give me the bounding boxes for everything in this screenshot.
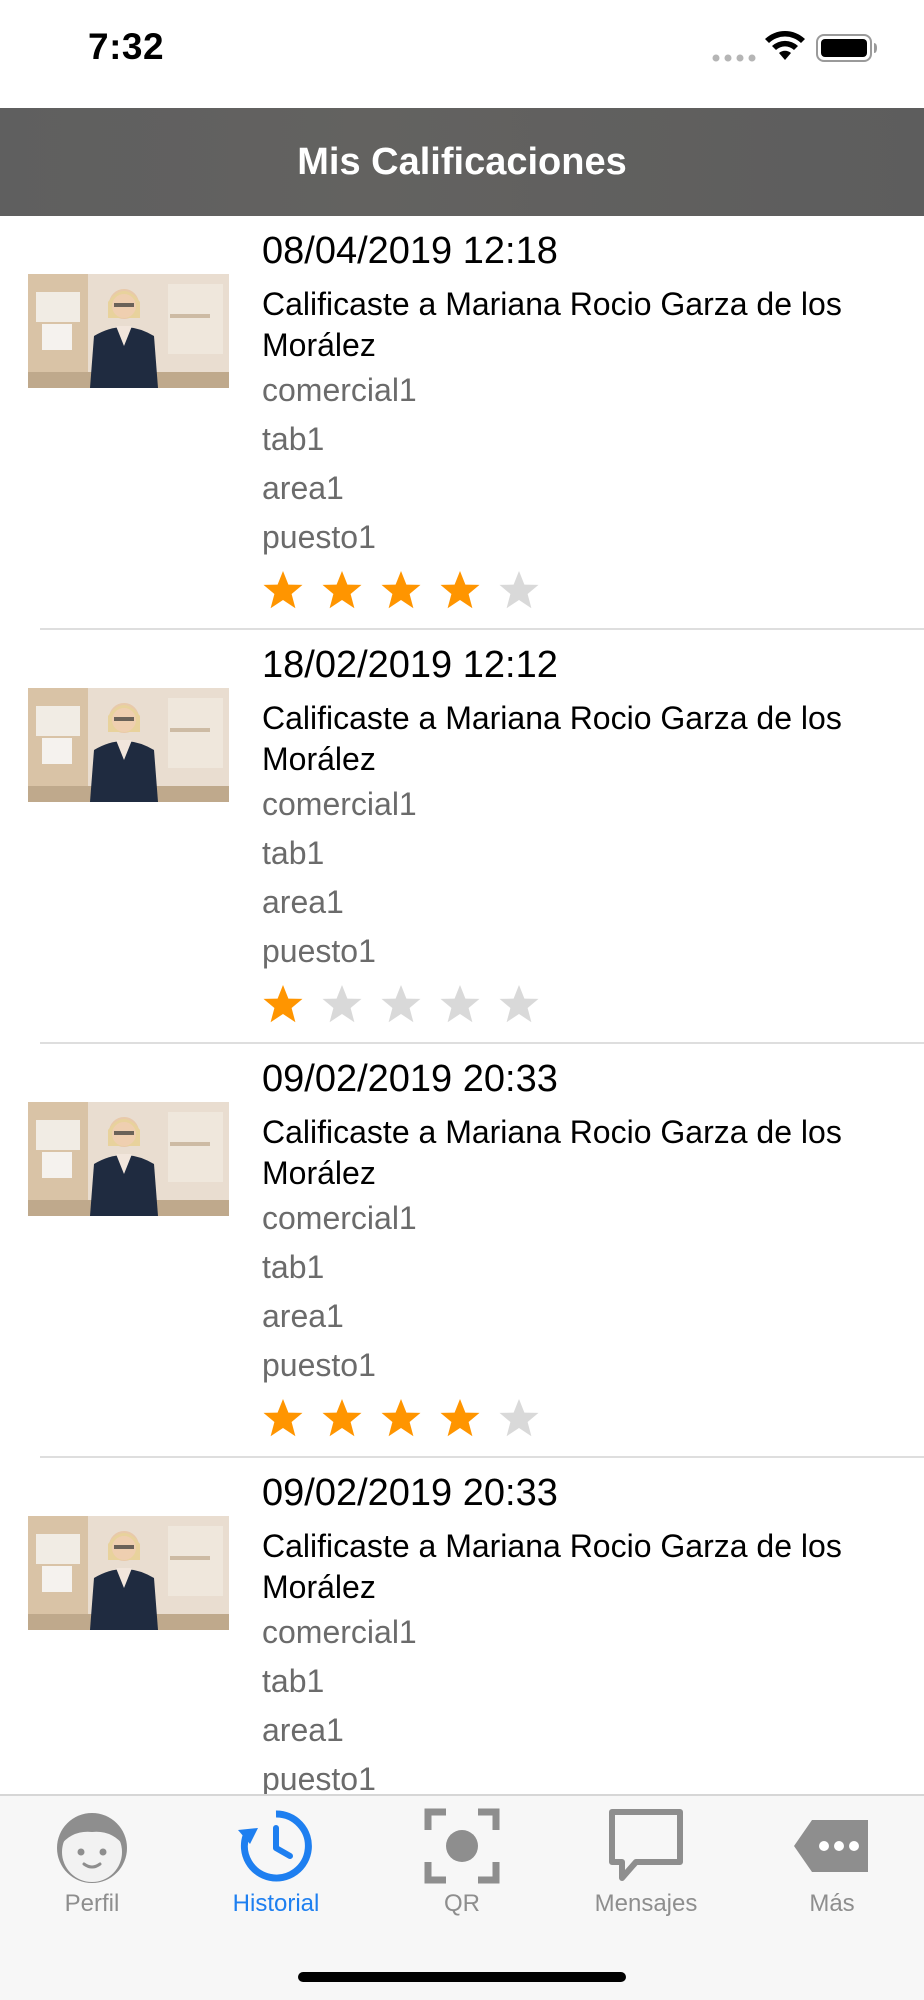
cellular-signal-icon xyxy=(712,54,756,62)
star-filled-icon xyxy=(440,571,480,609)
rating-commercial: comercial1 xyxy=(262,372,417,408)
home-indicator xyxy=(298,1972,626,1982)
employee-photo xyxy=(28,274,229,388)
tab-qr[interactable]: QR xyxy=(370,1806,554,1926)
nav-bar: Mis Calificaciones xyxy=(0,108,924,216)
page-title: Mis Calificaciones xyxy=(297,140,627,183)
message-icon xyxy=(609,1809,683,1881)
rating-position: puesto1 xyxy=(262,1761,376,1794)
star-filled-icon xyxy=(263,985,303,1023)
star-filled-icon xyxy=(263,571,303,609)
rating-date: 08/04/2019 12:18 xyxy=(262,230,558,272)
employee-photo xyxy=(28,688,229,802)
rating-tab: tab1 xyxy=(262,835,325,871)
rating-tab: tab1 xyxy=(262,421,325,457)
rating-list-item[interactable]: 09/02/2019 20:33 Calificaste a Mariana R… xyxy=(0,1458,924,1794)
rating-date: 09/02/2019 20:33 xyxy=(262,1058,558,1100)
star-filled-icon xyxy=(381,1399,421,1437)
star-empty-icon xyxy=(322,985,362,1023)
star-empty-icon xyxy=(440,985,480,1023)
tab-label: Más xyxy=(809,1890,855,1917)
tab-label: Historial xyxy=(232,1890,320,1917)
rating-area: area1 xyxy=(262,884,344,920)
star-empty-icon xyxy=(499,571,539,609)
rating-list-item[interactable]: 18/02/2019 12:12 Calificaste a Mariana R… xyxy=(0,630,924,1044)
more-icon xyxy=(794,1820,868,1872)
star-filled-icon xyxy=(263,1399,303,1437)
tab-label: Mensajes xyxy=(594,1890,698,1917)
history-icon xyxy=(238,1810,312,1882)
qr-scan-icon xyxy=(424,1808,500,1884)
ratings-list[interactable]: 08/04/2019 12:18 Calificaste a Mariana R… xyxy=(0,216,924,1794)
star-filled-icon xyxy=(322,1399,362,1437)
star-filled-icon xyxy=(381,571,421,609)
tab-mensajes[interactable]: Mensajes xyxy=(554,1806,738,1926)
star-empty-icon xyxy=(381,985,421,1023)
rating-area: area1 xyxy=(262,470,344,506)
rating-commercial: comercial1 xyxy=(262,1614,417,1650)
tab-label: Perfil xyxy=(64,1890,120,1917)
rating-date: 09/02/2019 20:33 xyxy=(262,1472,558,1514)
rating-tab: tab1 xyxy=(262,1663,325,1699)
star-filled-icon xyxy=(322,571,362,609)
star-rating xyxy=(262,1397,557,1439)
rating-date: 18/02/2019 12:12 xyxy=(262,644,558,686)
status-bar: 7:32 xyxy=(0,0,924,108)
rating-description: Calificaste a Mariana Rocio Garza de los… xyxy=(262,1528,842,1605)
battery-icon xyxy=(816,34,877,62)
star-rating xyxy=(262,569,557,611)
rating-list-item[interactable]: 09/02/2019 20:33 Calificaste a Mariana R… xyxy=(0,1044,924,1458)
status-time: 7:32 xyxy=(88,26,165,67)
star-rating xyxy=(262,983,557,1025)
star-filled-icon xyxy=(440,1399,480,1437)
tab-bar: Perfil Historial QR Mensajes Más xyxy=(0,1794,924,2000)
face-icon xyxy=(57,1813,127,1883)
rating-description: Calificaste a Mariana Rocio Garza de los… xyxy=(262,700,842,777)
tab-mas[interactable]: Más xyxy=(740,1806,924,1926)
wifi-icon xyxy=(765,31,805,60)
tab-label: QR xyxy=(444,1890,480,1917)
rating-position: puesto1 xyxy=(262,519,376,555)
rating-description: Calificaste a Mariana Rocio Garza de los… xyxy=(262,286,842,363)
rating-position: puesto1 xyxy=(262,1347,376,1383)
star-empty-icon xyxy=(499,985,539,1023)
screen: 7:32 Mis Calificaciones 08/04/2019 12:18… xyxy=(0,0,924,2000)
rating-commercial: comercial1 xyxy=(262,1200,417,1236)
rating-commercial: comercial1 xyxy=(262,786,417,822)
tab-perfil[interactable]: Perfil xyxy=(0,1806,184,1926)
star-empty-icon xyxy=(499,1399,539,1437)
employee-photo xyxy=(28,1516,229,1630)
tab-historial[interactable]: Historial xyxy=(184,1806,368,1926)
rating-area: area1 xyxy=(262,1298,344,1334)
rating-description: Calificaste a Mariana Rocio Garza de los… xyxy=(262,1114,842,1191)
rating-position: puesto1 xyxy=(262,933,376,969)
rating-tab: tab1 xyxy=(262,1249,325,1285)
rating-area: area1 xyxy=(262,1712,344,1748)
rating-list-item[interactable]: 08/04/2019 12:18 Calificaste a Mariana R… xyxy=(0,216,924,630)
employee-photo xyxy=(28,1102,229,1216)
